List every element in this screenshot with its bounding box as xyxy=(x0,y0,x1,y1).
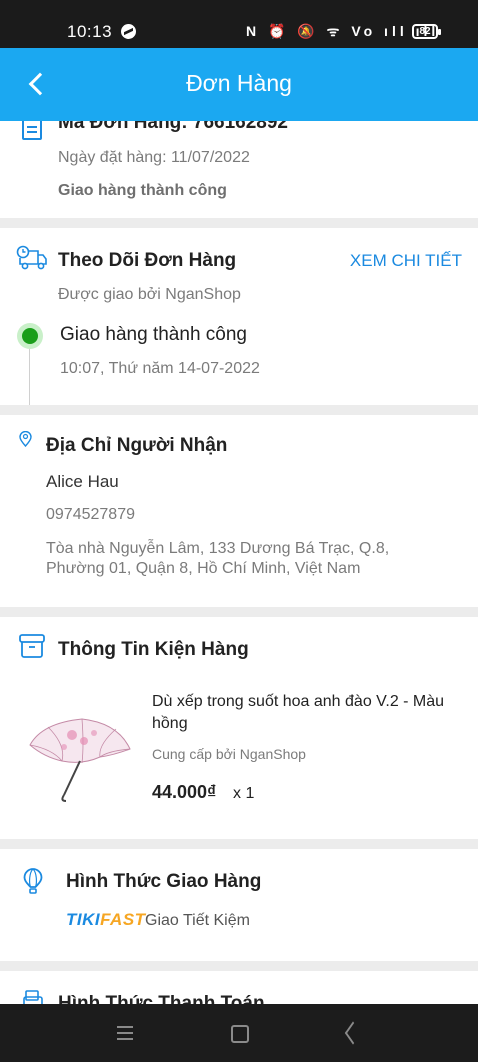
app-header: Đơn Hàng xyxy=(0,48,478,121)
timeline-step-time: 10:07, Thứ năm 14-07-2022 xyxy=(60,360,260,377)
tracking-card: Theo Dõi Đơn Hàng XEM CHI TIẾT Được giao… xyxy=(0,228,478,405)
order-status: Giao hàng thành công xyxy=(58,182,227,199)
shipping-method: Giao Tiết Kiệm xyxy=(145,912,250,929)
shipping-title: Hình Thức Giao Hàng xyxy=(66,871,262,892)
timeline-dot-icon xyxy=(17,323,43,349)
messenger-icon xyxy=(121,24,136,39)
delivery-truck-icon xyxy=(16,245,47,270)
tracking-title: Theo Dõi Đơn Hàng xyxy=(58,250,237,271)
home-icon[interactable] xyxy=(227,1021,251,1045)
status-time: 10:13 xyxy=(67,22,113,41)
tikifast-logo: TIKIFAST xyxy=(66,910,146,930)
payment-title: Hình Thức Thanh Toán xyxy=(58,993,265,1004)
battery-icon: 82 xyxy=(412,24,441,39)
order-detail-content[interactable]: Mã Đơn Hàng: 766162892 Ngày đặt hàng: 11… xyxy=(0,48,478,1004)
product-image[interactable] xyxy=(22,705,140,815)
receipt-icon xyxy=(22,118,42,140)
system-nav-bar xyxy=(0,1004,478,1062)
order-date: Ngày đặt hàng: 11/07/2022 xyxy=(58,149,250,166)
product-price: 44.000₫ xyxy=(152,782,217,802)
shipping-method-card: Hình Thức Giao Hàng TIKIFAST Giao Tiết K… xyxy=(0,849,478,961)
page-title: Đơn Hàng xyxy=(186,70,292,96)
package-box-icon xyxy=(19,634,45,658)
recipient-card: Địa Chỉ Người Nhận Alice Hau 0974527879 … xyxy=(0,415,478,607)
package-card: Thông Tin Kiện Hàng Dù xếp trong suốt ho… xyxy=(0,617,478,839)
product-supplier: Cung cấp bởi NganShop xyxy=(152,746,306,762)
screen: 10:13 N ⏰ 🔕 ᯤ Vo ıll ıll 82 Mã Đơn Hàng:… xyxy=(0,0,478,1062)
timeline-step-label: Giao hàng thành công xyxy=(60,324,247,345)
delivered-by: Được giao bởi NganShop xyxy=(58,286,241,303)
package-title: Thông Tin Kiện Hàng xyxy=(58,639,249,660)
payment-method-card: Hình Thức Thanh Toán xyxy=(0,971,478,1004)
payment-icon xyxy=(23,990,43,1004)
back-triangle-icon[interactable] xyxy=(341,1021,365,1045)
recipient-phone: 0974527879 xyxy=(46,506,135,523)
recent-apps-icon[interactable] xyxy=(113,1021,137,1045)
product-quantity: x 1 xyxy=(233,785,255,802)
recipient-title: Địa Chỉ Người Nhận xyxy=(46,435,228,456)
hot-air-balloon-icon xyxy=(23,868,43,894)
brand-fast: FAST xyxy=(100,910,146,929)
brand-tiki: TIKI xyxy=(66,910,101,929)
recipient-address: Tòa nhà Nguyễn Lâm, 133 Dương Bá Trạc, Q… xyxy=(46,540,390,577)
product-name[interactable]: Dù xếp trong suốt hoa anh đào V.2 - Màu … xyxy=(152,691,452,735)
status-bar: 10:13 N ⏰ 🔕 ᯤ Vo ıll ıll 82 xyxy=(0,0,478,48)
location-pin-icon xyxy=(19,431,32,447)
view-detail-link[interactable]: XEM CHI TIẾT xyxy=(350,251,462,271)
recipient-name: Alice Hau xyxy=(46,472,119,491)
status-indicators: N ⏰ 🔕 ᯤ Vo ıll ıll xyxy=(246,23,440,39)
